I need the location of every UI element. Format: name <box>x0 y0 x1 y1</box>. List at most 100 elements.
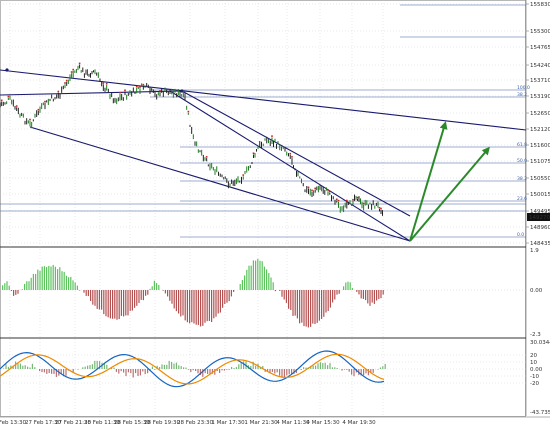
hist-bar <box>65 275 67 290</box>
osc-bar <box>202 369 204 377</box>
osc-bar <box>353 369 355 377</box>
hist-bar <box>246 269 248 290</box>
signal-dot <box>44 100 46 103</box>
osc-bar <box>195 369 197 372</box>
hist-bar <box>127 290 129 316</box>
hist-bar <box>338 290 340 294</box>
osc-bar <box>132 369 134 378</box>
osc-bar <box>24 365 26 369</box>
signal-dot <box>57 90 60 93</box>
osc-bar <box>235 367 237 369</box>
hist-bar <box>118 290 120 320</box>
hist-bar <box>39 270 41 290</box>
osc-bar <box>144 369 146 375</box>
hist-bar <box>90 290 92 301</box>
hist-bar <box>63 271 65 290</box>
hist-bar <box>171 290 173 304</box>
hist-bar <box>17 290 19 294</box>
osc-scale-label: 20 <box>530 353 537 359</box>
osc-scale-label: -10 <box>530 374 539 380</box>
hist-bar <box>356 290 358 292</box>
hist-bar <box>184 290 186 321</box>
hist-bar <box>211 290 213 323</box>
hist-bar <box>292 290 294 316</box>
osc-bar <box>151 366 153 369</box>
price-label: 150015 <box>530 192 550 198</box>
hist-bar <box>281 290 283 297</box>
price-label: 153710 <box>530 78 550 84</box>
hist-bar <box>85 290 87 296</box>
hist-bar <box>288 290 290 309</box>
hist-bar <box>373 290 375 304</box>
osc-bar <box>303 367 305 369</box>
hist-bar <box>182 290 184 316</box>
hist-bar <box>345 282 347 290</box>
osc-bar <box>19 363 21 369</box>
osc-bar <box>166 364 168 369</box>
hist-bar <box>70 276 72 290</box>
hist-bar <box>145 290 147 296</box>
osc-scale-label: 30.0344 <box>530 340 550 346</box>
osc-bar <box>327 365 329 369</box>
hist-bar <box>21 289 23 290</box>
hist-bar <box>15 290 17 295</box>
signal-dot <box>380 207 382 210</box>
hist-bar <box>362 290 364 299</box>
anchor-point <box>5 68 9 72</box>
osc-bar <box>94 360 96 369</box>
signal-dot <box>187 110 190 113</box>
time-label: 4 Mar 19:30 <box>342 420 376 426</box>
osc-scale-label: 0.00 <box>530 367 543 373</box>
osc-bar <box>154 369 156 370</box>
osc-bar <box>197 369 199 374</box>
hist-bar <box>43 266 45 290</box>
osc-bar <box>87 365 89 369</box>
signal-dot <box>271 135 273 137</box>
hist-bar <box>213 290 215 319</box>
hist-bar <box>149 288 151 290</box>
osc-bar <box>279 369 281 376</box>
hist-bar <box>303 290 305 327</box>
osc-bar <box>178 365 180 369</box>
osc-bar <box>305 367 307 369</box>
hist-bar <box>296 290 298 319</box>
hist-bar <box>329 290 331 308</box>
hist-bar <box>208 290 210 321</box>
signal-dot <box>105 82 108 85</box>
time-label: 26 Feb 13:30 <box>0 420 27 426</box>
hist-bar <box>244 275 246 290</box>
hist-bar <box>30 277 32 290</box>
osc-bar <box>51 369 53 374</box>
signal-dot <box>356 196 359 199</box>
signal-dot <box>102 82 105 84</box>
price-label: 155830 <box>530 2 550 8</box>
osc-bar <box>190 369 192 373</box>
osc-bar <box>207 369 209 375</box>
hist-bar <box>219 290 221 313</box>
hist-bar <box>191 290 193 323</box>
osc-scale-label: 10 <box>530 360 537 366</box>
osc-bar <box>84 366 86 369</box>
osc-bar <box>233 368 235 369</box>
hist-bar <box>197 290 199 325</box>
osc-bar <box>130 369 132 374</box>
osc-bar <box>351 369 353 375</box>
osc-bar <box>185 367 187 369</box>
hist-bar <box>263 266 265 290</box>
trading-chart[interactable]: 100.038.261.850.038.223.60.0 15583015530… <box>0 0 550 430</box>
hist-bar <box>98 290 100 310</box>
osc-bar <box>231 366 233 369</box>
hist-bar <box>325 290 327 313</box>
signal-dot <box>362 202 365 205</box>
hist-bar <box>206 290 208 322</box>
price-label: 151075 <box>530 159 550 165</box>
hist-bar <box>349 282 351 290</box>
signal-dot <box>242 174 245 176</box>
osc-bar <box>223 369 225 371</box>
hist-bar <box>332 290 334 303</box>
osc-bar <box>384 363 386 369</box>
hist-bar <box>8 285 10 290</box>
hist-scale-label: 1.9 <box>530 248 539 254</box>
osc-bar <box>7 366 9 369</box>
signal-dot <box>135 85 138 88</box>
